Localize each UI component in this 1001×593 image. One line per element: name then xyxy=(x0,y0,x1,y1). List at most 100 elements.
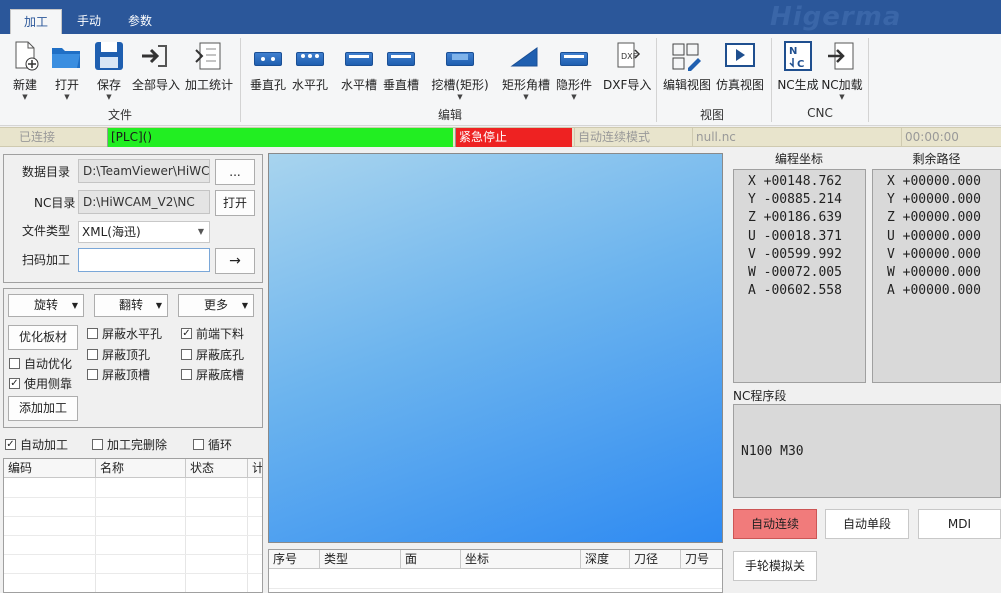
tab-manual[interactable]: 手动 xyxy=(66,9,112,34)
vertical-hole-icon xyxy=(251,40,285,72)
loop-checkbox[interactable]: 循环 xyxy=(193,436,232,453)
rotate-dropdown[interactable]: 旋转 ▼ xyxy=(8,294,84,317)
pocket-rect-button[interactable]: 挖槽(矩形) ▼ xyxy=(430,40,490,101)
grid-line xyxy=(269,588,722,589)
svg-text:C: C xyxy=(797,59,804,70)
tab-params[interactable]: 参数 xyxy=(116,9,164,34)
mask-top-hole-checkbox[interactable]: 屏蔽顶孔 xyxy=(87,346,150,363)
auto-continuous-button[interactable]: 自动连续 xyxy=(733,509,817,539)
job-col-count[interactable]: 计 xyxy=(248,459,262,478)
chevron-down-icon: ▼ xyxy=(241,301,248,310)
more-dropdown[interactable]: 更多 ▼ xyxy=(178,294,254,317)
file-type-value: XML(海迅) xyxy=(82,225,141,239)
add-process-button[interactable]: 添加加工 xyxy=(8,396,78,421)
rect-corner-slot-button[interactable]: 矩形角槽 ▼ xyxy=(500,40,552,101)
mdi-button[interactable]: MDI xyxy=(918,509,1001,539)
mask-h-hole-label: 屏蔽水平孔 xyxy=(102,327,163,341)
auto-process-checkbox[interactable]: ✓ 自动加工 xyxy=(5,436,68,453)
remaining-coord-row: Z +00000.000 xyxy=(887,210,981,226)
program-coords-box: X +00148.762 Y -00885.214 Z +00186.639 U -0… xyxy=(733,169,866,383)
horizontal-hole-button[interactable]: 水平孔 xyxy=(290,40,330,93)
horizontal-slot-button[interactable]: 水平槽 xyxy=(339,40,379,93)
dxf-import-button[interactable]: DXF DXF导入 xyxy=(603,40,651,93)
op-col-tool[interactable]: 刀号 xyxy=(681,550,722,569)
preview-canvas[interactable] xyxy=(268,153,723,543)
mask-bottom-hole-checkbox[interactable]: 屏蔽底孔 xyxy=(181,346,244,363)
browse-data-dir-button[interactable]: ... xyxy=(215,159,255,185)
data-dir-label: 数据目录 xyxy=(22,165,71,179)
hidden-part-label: 隐形件 xyxy=(555,78,592,92)
save-button[interactable]: 保存 ▼ xyxy=(92,40,126,101)
auto-optimize-checkbox[interactable]: 自动优化 xyxy=(9,355,72,372)
flip-dropdown[interactable]: 翻转 ▼ xyxy=(94,294,168,317)
op-col-coord[interactable]: 坐标 xyxy=(461,550,581,569)
edit-view-button[interactable]: 编辑视图 xyxy=(662,40,712,93)
op-col-face[interactable]: 面 xyxy=(401,550,461,569)
nc-dir-field[interactable]: D:\HiWCAM_V2\NC xyxy=(78,190,210,214)
data-dir-field[interactable]: D:\TeamViewer\HiWCAM xyxy=(78,159,210,183)
handwheel-sim-button[interactable]: 手轮模拟关 xyxy=(733,551,817,581)
open-nc-dir-button[interactable]: 打开 xyxy=(215,190,255,216)
more-label: 更多 xyxy=(203,298,228,312)
delete-done-label: 加工完删除 xyxy=(107,438,168,452)
optimize-board-button[interactable]: 优化板材 xyxy=(8,325,78,350)
nc-generate-button[interactable]: NC NC生成 xyxy=(777,40,819,93)
status-bar: 已连接 [PLC]() 紧急停止 自动连续模式 null.nc 00:00:00 xyxy=(0,127,1001,147)
job-col-status[interactable]: 状态 xyxy=(186,459,248,478)
use-side-checkbox[interactable]: ✓ 使用侧靠 xyxy=(9,375,72,392)
file-type-select[interactable]: XML(海迅) ▼ xyxy=(78,221,210,243)
checkbox-box xyxy=(9,358,20,369)
remaining-path-box: X +00000.000 Y +00000.000 Z +00000.000 U +0… xyxy=(872,169,1001,383)
job-table[interactable]: 编码 名称 状态 计 xyxy=(3,458,263,593)
hidden-part-button[interactable]: 隐形件 ▼ xyxy=(554,40,594,101)
auto-process-label: 自动加工 xyxy=(20,438,69,452)
new-button[interactable]: 新建 ▼ xyxy=(8,40,42,101)
job-col-code[interactable]: 编码 xyxy=(4,459,96,478)
tab-process[interactable]: 加工 xyxy=(10,9,62,34)
job-col-name[interactable]: 名称 xyxy=(96,459,186,478)
horizontal-hole-label: 水平孔 xyxy=(291,78,328,92)
front-unload-checkbox[interactable]: ✓ 前端下料 xyxy=(181,325,244,342)
op-col-diameter[interactable]: 刀径 xyxy=(630,550,681,569)
ribbon-group-separator xyxy=(868,38,869,122)
program-coord-row: Z +00186.639 xyxy=(748,210,842,226)
mode-status: 自动连续模式 xyxy=(574,128,692,147)
ribbon-tab-bar: 加工 手动 参数 Higerma xyxy=(0,0,1001,34)
scan-input[interactable] xyxy=(78,248,210,272)
stats-button[interactable]: 加工统计 xyxy=(184,40,234,93)
scan-go-button[interactable]: → xyxy=(215,248,255,274)
mask-top-slot-checkbox[interactable]: 屏蔽顶槽 xyxy=(87,366,150,383)
save-dropdown-arrow: ▼ xyxy=(106,93,112,101)
ribbon-group-separator xyxy=(240,38,241,122)
open-button[interactable]: 打开 ▼ xyxy=(50,40,84,101)
checkbox-box xyxy=(193,439,204,450)
op-col-type[interactable]: 类型 xyxy=(320,550,401,569)
loop-label: 循环 xyxy=(208,438,233,452)
auto-single-button[interactable]: 自动单段 xyxy=(825,509,909,539)
operation-table[interactable]: 序号 类型 面 坐标 深度 刀径 刀号 xyxy=(268,549,723,593)
nc-program-box: N100 M30 xyxy=(733,404,1001,498)
pocket-rect-label: 挖槽(矩形) xyxy=(431,78,489,92)
hidden-part-icon xyxy=(557,40,591,72)
new-dropdown-arrow: ▼ xyxy=(22,93,28,101)
vertical-slot-button[interactable]: 垂直槽 xyxy=(381,40,421,93)
hidden-part-dropdown-arrow: ▼ xyxy=(571,93,577,101)
mask-bottom-slot-checkbox[interactable]: 屏蔽底槽 xyxy=(181,366,244,383)
op-col-depth[interactable]: 深度 xyxy=(581,550,630,569)
nc-generate-icon: NC xyxy=(781,40,815,72)
checkbox-box xyxy=(87,369,98,380)
op-col-index[interactable]: 序号 xyxy=(269,550,320,569)
sim-view-button[interactable]: 仿真视图 xyxy=(714,40,766,93)
nc-dir-label: NC目录 xyxy=(34,196,76,210)
scan-label: 扫码加工 xyxy=(22,253,71,267)
nc-load-button[interactable]: NC加载 ▼ xyxy=(821,40,863,101)
group-edit-label: 编辑 xyxy=(437,108,462,122)
vertical-hole-button[interactable]: 垂直孔 xyxy=(248,40,288,93)
delete-done-checkbox[interactable]: 加工完删除 xyxy=(92,436,167,453)
mask-h-hole-checkbox[interactable]: 屏蔽水平孔 xyxy=(87,325,162,342)
program-coord-row: Y -00885.214 xyxy=(748,192,842,208)
mask-bottom-slot-label: 屏蔽底槽 xyxy=(196,368,245,382)
grid-line xyxy=(4,554,262,555)
import-all-button[interactable]: 全部导入 xyxy=(132,40,180,93)
pocket-rect-dropdown-arrow: ▼ xyxy=(457,93,463,101)
